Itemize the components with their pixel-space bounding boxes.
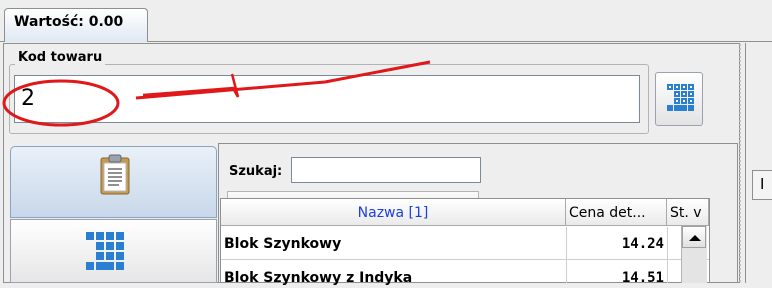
annotation-overlay [2,60,431,127]
annotation-circle [2,79,120,127]
